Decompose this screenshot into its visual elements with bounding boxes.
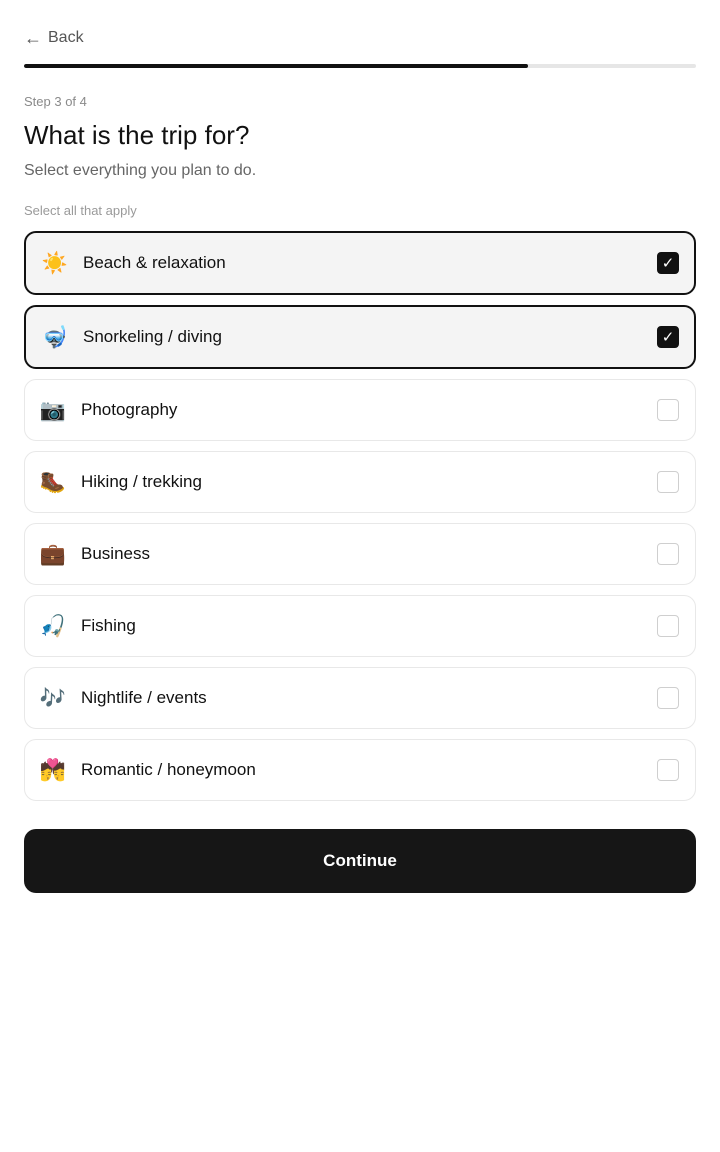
- option-checkbox[interactable]: ✓: [657, 759, 679, 781]
- camera-icon: 📷: [39, 397, 67, 422]
- option-romantic[interactable]: 💏 Romantic / honeymoon ✓: [24, 739, 696, 801]
- back-button[interactable]: ← Back: [24, 26, 84, 50]
- music-notes-icon: 🎶: [39, 685, 67, 710]
- select-hint: Select all that apply: [24, 203, 137, 218]
- couple-kiss-icon: 💏: [39, 757, 67, 782]
- progress-fill: [24, 64, 528, 68]
- hiking-boot-icon: 🥾: [39, 469, 67, 494]
- diving-mask-icon: 🤿: [41, 324, 69, 349]
- trip-purpose-screen: ← Back Step 3 of 4 What is the trip for?…: [0, 0, 720, 1152]
- back-label: Back: [48, 29, 84, 46]
- option-label: Photography: [81, 400, 178, 419]
- option-beach[interactable]: ☀️ Beach & relaxation ✓: [24, 231, 696, 295]
- option-checkbox[interactable]: ✓: [657, 326, 679, 348]
- option-checkbox[interactable]: ✓: [657, 252, 679, 274]
- option-label: Fishing: [81, 616, 136, 635]
- option-fishing[interactable]: 🎣 Fishing ✓: [24, 595, 696, 657]
- option-nightlife[interactable]: 🎶 Nightlife / events ✓: [24, 667, 696, 729]
- step-indicator: Step 3 of 4: [24, 94, 87, 109]
- option-label: Beach & relaxation: [83, 253, 226, 272]
- briefcase-icon: 💼: [39, 541, 67, 566]
- option-checkbox[interactable]: ✓: [657, 687, 679, 709]
- option-label: Nightlife / events: [81, 688, 207, 707]
- page-subtitle: Select everything you plan to do.: [24, 162, 257, 179]
- option-label: Business: [81, 544, 150, 563]
- option-business[interactable]: 💼 Business ✓: [24, 523, 696, 585]
- page-title: What is the trip for?: [24, 120, 250, 150]
- option-photography[interactable]: 📷 Photography ✓: [24, 379, 696, 441]
- arrow-left-icon: ←: [24, 28, 42, 48]
- checkmark-icon: ✓: [661, 254, 675, 272]
- option-label: Snorkeling / diving: [83, 327, 222, 346]
- checkmark-icon: ✓: [661, 328, 675, 346]
- fishing-pole-icon: 🎣: [39, 613, 67, 638]
- continue-button[interactable]: Continue: [24, 829, 696, 893]
- option-checkbox[interactable]: ✓: [657, 543, 679, 565]
- option-checkbox[interactable]: ✓: [657, 399, 679, 421]
- option-label: Hiking / trekking: [81, 472, 202, 491]
- progress-bar: [24, 64, 696, 68]
- option-label: Romantic / honeymoon: [81, 760, 256, 779]
- option-checkbox[interactable]: ✓: [657, 471, 679, 493]
- option-list: ☀️ Beach & relaxation ✓ 🤿 Snorkeling / d…: [24, 231, 696, 811]
- option-hiking[interactable]: 🥾 Hiking / trekking ✓: [24, 451, 696, 513]
- option-snorkeling[interactable]: 🤿 Snorkeling / diving ✓: [24, 305, 696, 369]
- sun-icon: ☀️: [41, 250, 69, 275]
- option-checkbox[interactable]: ✓: [657, 615, 679, 637]
